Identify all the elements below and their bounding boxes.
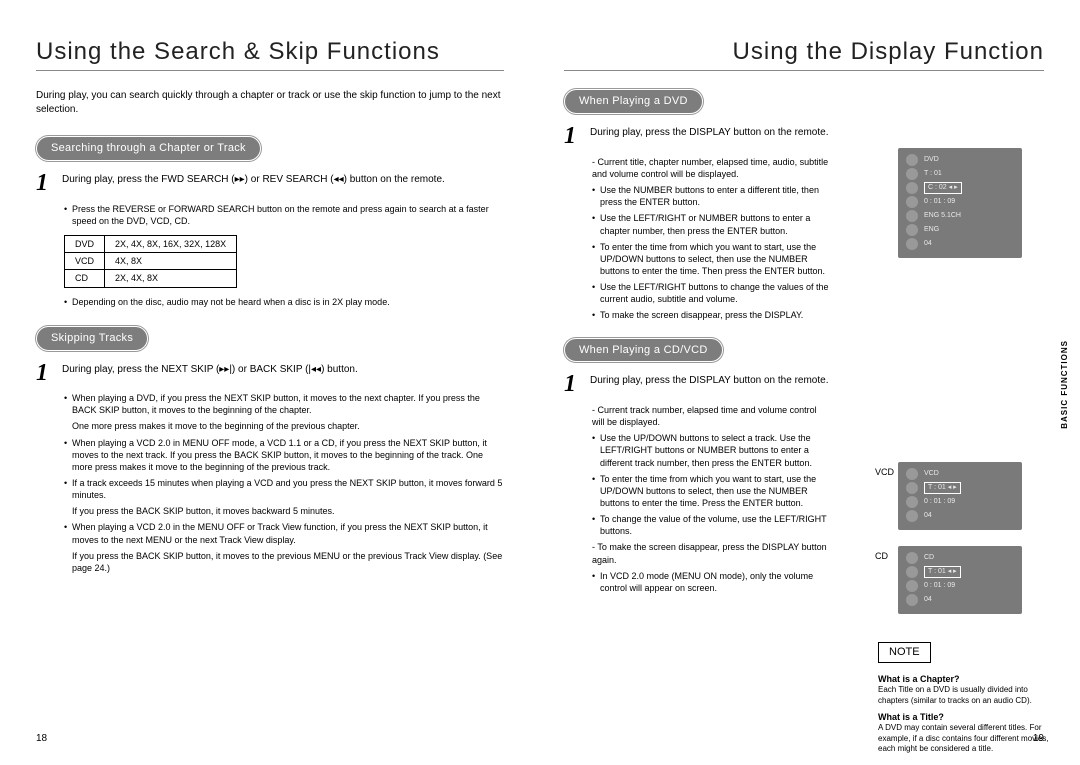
plain-text: If you press the BACK SKIP button, it mo… bbox=[72, 505, 504, 517]
audio-icon bbox=[906, 210, 918, 222]
dash-note: - To make the screen disappear, press th… bbox=[592, 541, 830, 565]
table-cell: VCD bbox=[65, 253, 105, 270]
bullet: When playing a VCD 2.0 in MENU OFF mode,… bbox=[64, 437, 504, 473]
page-title-left: Using the Search & Skip Functions bbox=[36, 36, 504, 68]
table-cell: DVD bbox=[65, 236, 105, 253]
section-dvd-heading: When Playing a DVD bbox=[564, 89, 703, 114]
note-label: NOTE bbox=[878, 642, 931, 663]
title-icon bbox=[906, 168, 918, 180]
dash-note: - Current title, chapter number, elapsed… bbox=[592, 156, 830, 180]
step-text: During play, press the DISPLAY button on… bbox=[590, 126, 830, 148]
bullet: If a track exceeds 15 minutes when playi… bbox=[64, 477, 504, 501]
page-number-right: 19 bbox=[1033, 732, 1044, 746]
disc-icon bbox=[906, 552, 918, 564]
divider bbox=[36, 70, 504, 71]
disc-icon bbox=[906, 468, 918, 480]
title-icon bbox=[906, 482, 918, 494]
clock-icon bbox=[906, 580, 918, 592]
subnote: Depending on the disc, audio may not be … bbox=[64, 296, 504, 308]
clock-icon bbox=[906, 496, 918, 508]
section-search-heading: Searching through a Chapter or Track bbox=[36, 136, 261, 161]
bullet: To change the value of the volume, use t… bbox=[592, 513, 830, 537]
table-cell: CD bbox=[65, 270, 105, 287]
plain-text: If you press the BACK SKIP button, it mo… bbox=[72, 550, 504, 574]
plain-text: One more press makes it move to the begi… bbox=[72, 420, 504, 432]
panel-label-cd: CD bbox=[875, 550, 888, 562]
step-number: 1 bbox=[564, 126, 582, 148]
note-block: NOTE What is a Chapter? Each Title on a … bbox=[878, 642, 1058, 755]
bullet: To make the screen disappear, press the … bbox=[592, 309, 830, 321]
bullet: When playing a DVD, if you press the NEX… bbox=[64, 392, 504, 416]
disc-icon bbox=[906, 154, 918, 166]
dash-note: - Current track number, elapsed time and… bbox=[592, 404, 830, 428]
panel-label-vcd: VCD bbox=[875, 466, 894, 478]
side-tab: BASIC FUNCTIONS bbox=[1061, 340, 1070, 429]
volume-icon bbox=[906, 594, 918, 606]
note-heading: What is a Title? bbox=[878, 711, 1058, 723]
step-text: During play, press the FWD SEARCH (▸▸) o… bbox=[62, 173, 504, 195]
step-number: 1 bbox=[36, 173, 54, 195]
bullet: Use the LEFT/RIGHT buttons to change the… bbox=[592, 281, 830, 305]
note-text: A DVD may contain several different titl… bbox=[878, 723, 1058, 755]
osd-panel-cd: CD T : 01 ◂ ▸ 0 : 01 : 09 04 bbox=[898, 546, 1022, 614]
section-cdvcd-heading: When Playing a CD/VCD bbox=[564, 338, 723, 363]
bullet: When playing a VCD 2.0 in the MENU OFF o… bbox=[64, 521, 504, 545]
section-skip-heading: Skipping Tracks bbox=[36, 326, 148, 351]
clock-icon bbox=[906, 196, 918, 208]
osd-panel-dvd: DVD T : 01 C : 02 ◂ ▸ 0 : 01 : 09 ENG 5.… bbox=[898, 148, 1022, 258]
bullet: Use the LEFT/RIGHT or NUMBER buttons to … bbox=[592, 212, 830, 236]
table-cell: 4X, 8X bbox=[105, 253, 237, 270]
step-text: During play, press the DISPLAY button on… bbox=[590, 374, 830, 396]
bullet: In VCD 2.0 mode (MENU ON mode), only the… bbox=[592, 570, 830, 594]
chapter-icon bbox=[906, 182, 918, 194]
speed-table: DVD2X, 4X, 8X, 16X, 32X, 128X VCD4X, 8X … bbox=[64, 235, 237, 287]
divider bbox=[564, 70, 1044, 71]
volume-icon bbox=[906, 238, 918, 250]
volume-icon bbox=[906, 510, 918, 522]
bullet: Use the NUMBER buttons to enter a differ… bbox=[592, 184, 830, 208]
bullet: To enter the time from which you want to… bbox=[592, 241, 830, 277]
osd-panel-vcd: VCD T : 01 ◂ ▸ 0 : 01 : 09 04 bbox=[898, 462, 1022, 530]
note-text: Each Title on a DVD is usually divided i… bbox=[878, 685, 1058, 707]
table-cell: 2X, 4X, 8X bbox=[105, 270, 237, 287]
note-heading: What is a Chapter? bbox=[878, 673, 1058, 685]
title-icon bbox=[906, 566, 918, 578]
step-number: 1 bbox=[36, 363, 54, 385]
table-cell: 2X, 4X, 8X, 16X, 32X, 128X bbox=[105, 236, 237, 253]
subtitle-icon bbox=[906, 224, 918, 236]
intro-text: During play, you can search quickly thro… bbox=[36, 89, 504, 116]
page-title-right: Using the Display Function bbox=[564, 36, 1044, 68]
step-text: During play, press the NEXT SKIP (▸▸|) o… bbox=[62, 363, 504, 385]
step-number: 1 bbox=[564, 374, 582, 396]
bullet: Press the REVERSE or FORWARD SEARCH butt… bbox=[64, 203, 504, 227]
bullet: To enter the time from which you want to… bbox=[592, 473, 830, 509]
page-number-left: 18 bbox=[36, 732, 47, 746]
bullet: Use the UP/DOWN buttons to select a trac… bbox=[592, 432, 830, 468]
